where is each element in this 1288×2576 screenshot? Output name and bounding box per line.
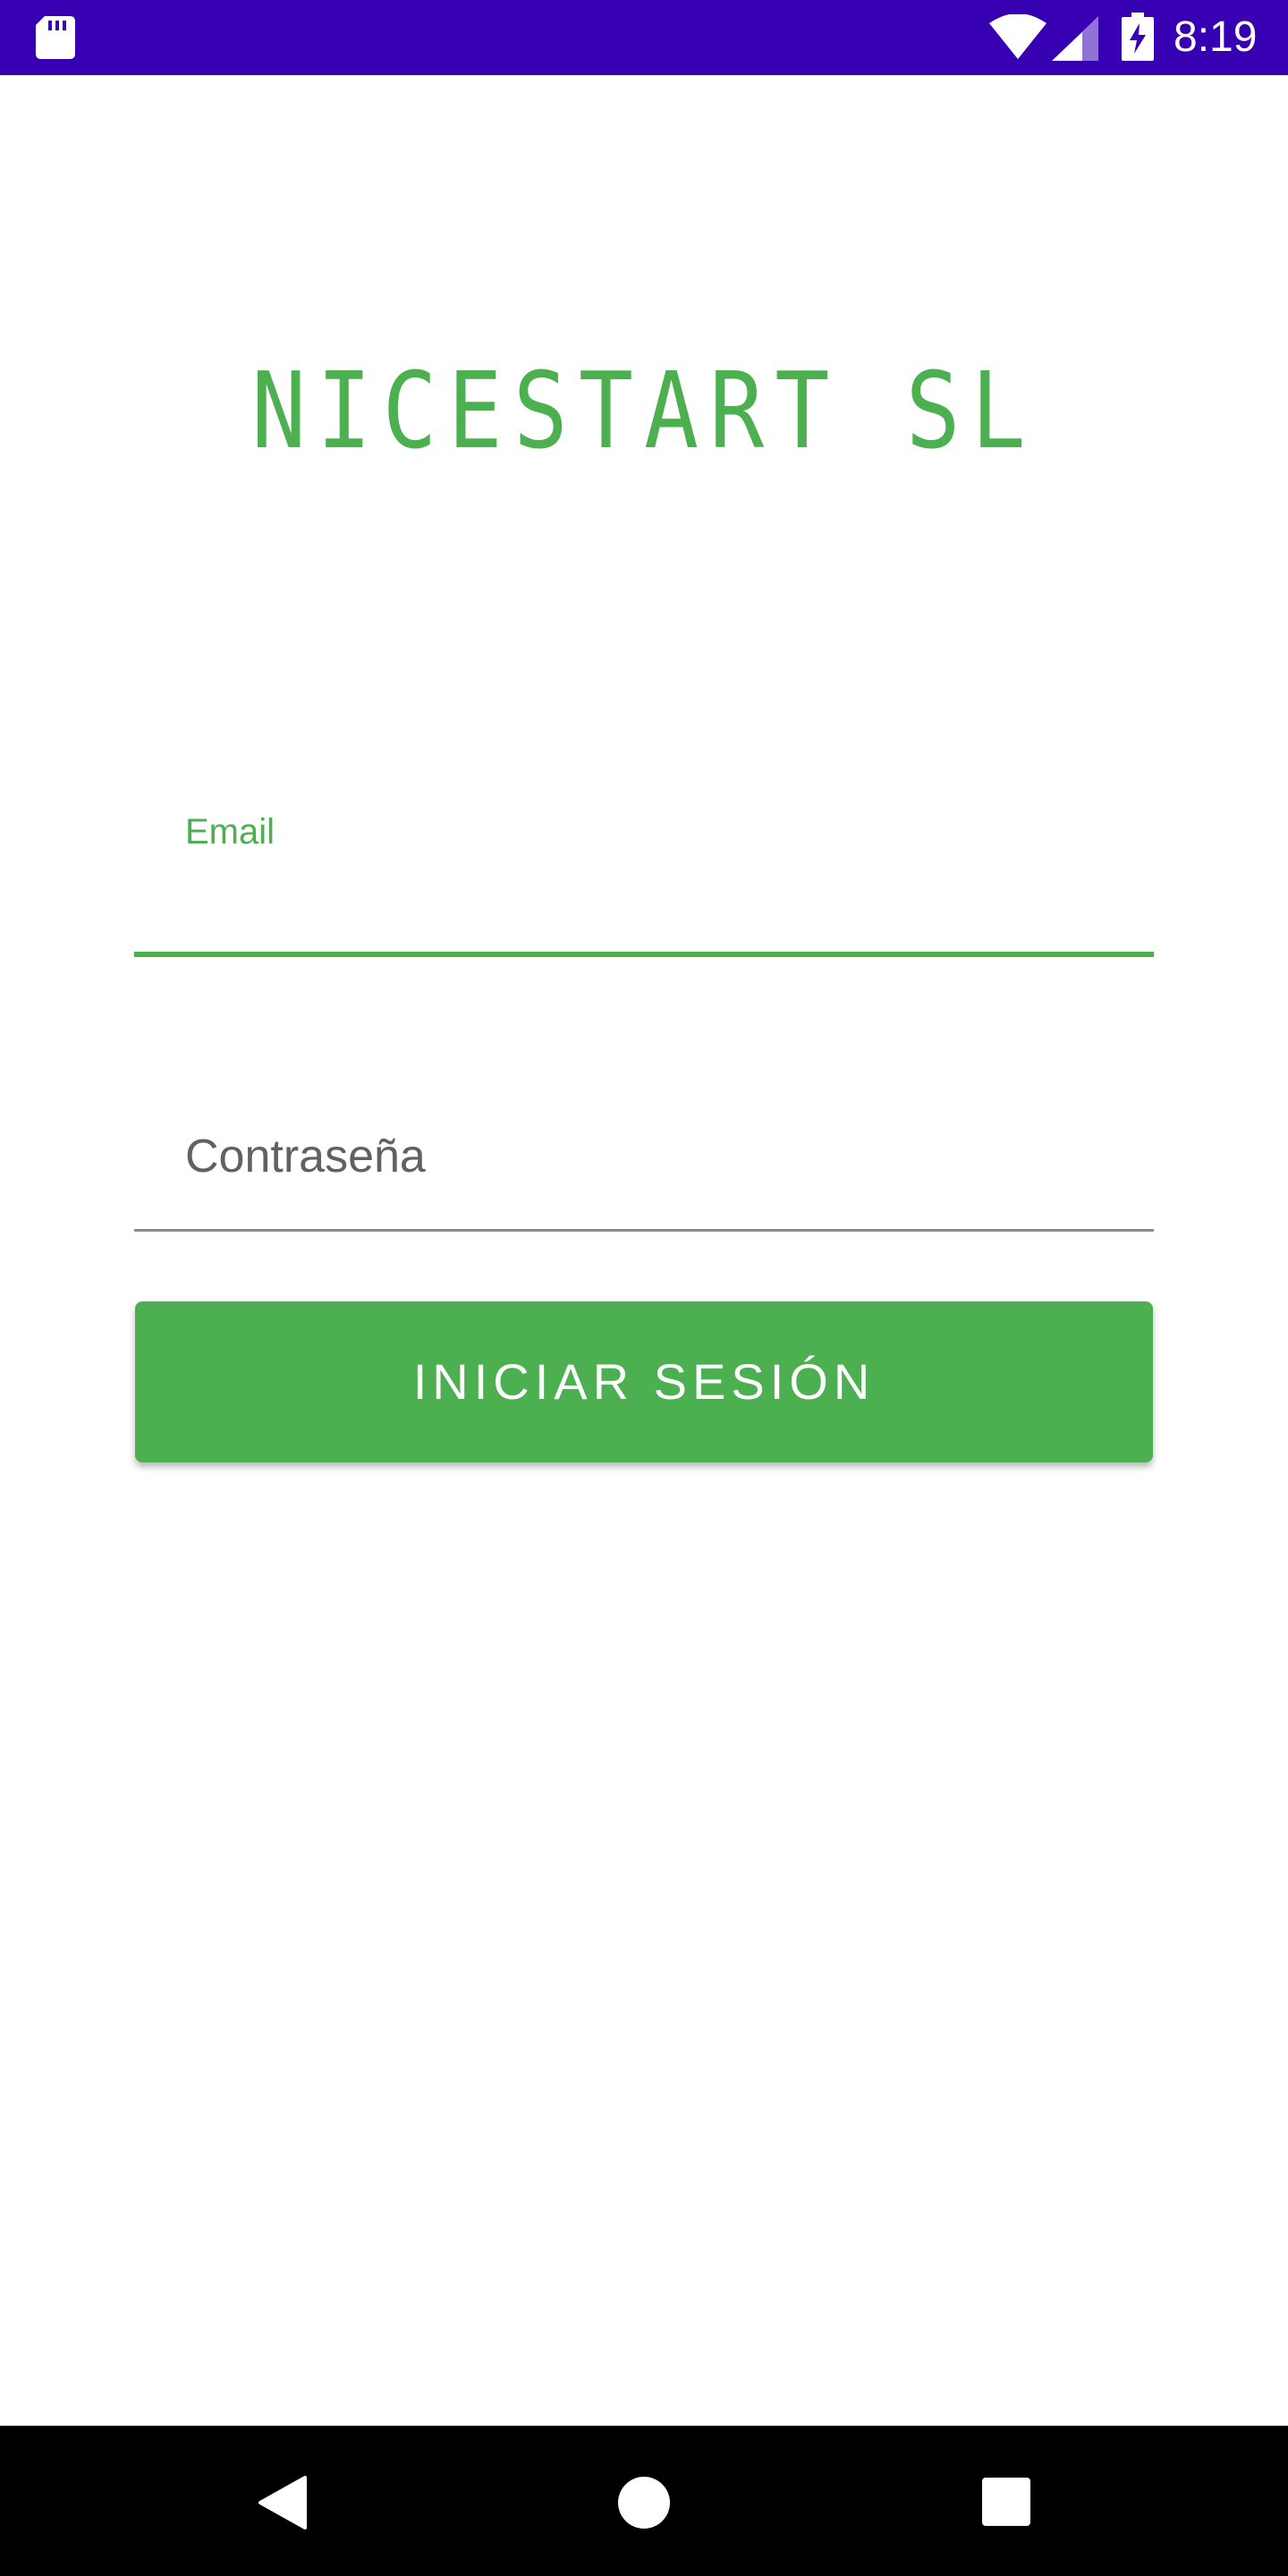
- password-underline: [134, 1229, 1154, 1232]
- home-icon[interactable]: [617, 2476, 671, 2529]
- signal-icon: [1052, 16, 1098, 61]
- app-title: NICESTART SL: [251, 349, 1037, 472]
- login-button[interactable]: INICIAR SESIÓN: [135, 1301, 1153, 1462]
- email-underline: [134, 952, 1154, 957]
- email-field[interactable]: Email: [134, 787, 1154, 957]
- email-input[interactable]: [134, 859, 1154, 948]
- recents-icon[interactable]: [982, 2478, 1030, 2526]
- password-field[interactable]: [134, 1082, 1154, 1233]
- wifi-icon: [989, 14, 1046, 59]
- email-label: Email: [185, 812, 275, 852]
- battery-charging-icon: [1122, 13, 1154, 61]
- status-bar: 8:19: [0, 0, 1288, 75]
- password-input[interactable]: [134, 1082, 1154, 1208]
- sd-card-icon: [36, 16, 75, 59]
- navigation-bar: [0, 2426, 1288, 2576]
- back-icon[interactable]: [257, 2476, 307, 2529]
- status-clock: 8:19: [1174, 13, 1258, 61]
